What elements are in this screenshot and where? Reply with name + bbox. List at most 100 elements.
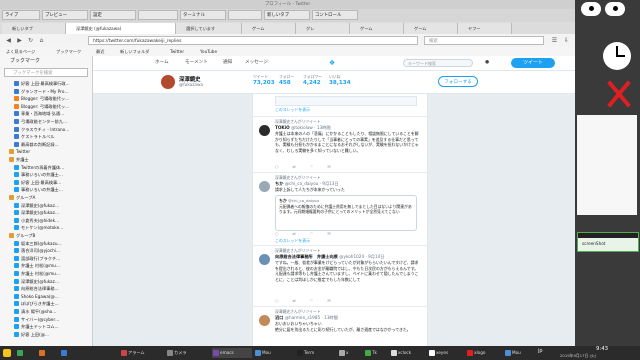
avatar[interactable] [161,75,175,89]
panel-task[interactable] [38,348,58,358]
tweet[interactable]: 深澤鏡史さんがリツイート ちか @chi_co_daiyou · 9月13日 請… [253,173,427,246]
browser-tab[interactable]: ゲーム [404,23,458,34]
url-bar[interactable]: https://twitter.com/fukazawakeiji_replie… [88,36,418,45]
panel-clock[interactable]: 9:43 [596,346,608,352]
sidebar-item[interactable]: Blogger: 弓場政能代ッ… [14,103,90,110]
nav-notifications[interactable]: 通知 [223,56,232,70]
browser-tab[interactable]: ゲーム [242,23,296,34]
sidebar-item[interactable]: 渡部政行(ブラクチ… [14,255,90,262]
panel-task[interactable]: Mou [254,348,294,358]
tweet[interactable]: このスレッドを表示 [253,94,427,117]
tweet[interactable]: 深澤鏡史さんがリツイート 向原総合法律事務所 弁護士向原 @ykoh1024 ·… [253,246,427,307]
panel-task[interactable]: カメラ [166,348,210,358]
avatar[interactable] [259,254,270,265]
browser-tab[interactable]: グレ [296,23,350,34]
taskbar-tab[interactable]: プレビュー [42,10,88,20]
sidebar-item[interactable]: 最高裁の判断記録… [14,141,90,148]
sidebar-item[interactable]: Shoko Egawa(@… [14,293,90,300]
browser-window-edge[interactable] [577,115,637,215]
browser-tab[interactable]: ゲーム [350,23,404,34]
taskbar-tab[interactable]: ターミナル [180,10,226,20]
browser-tab-active[interactable]: 深澤鏡史 (@fukazawa) [66,23,176,34]
sidebar-item[interactable]: グループA [9,194,90,201]
panel-task[interactable]: Mou [504,348,534,358]
sidebar-item[interactable]: 事務いろいの弁護士… [14,186,90,193]
sidebar-item[interactable]: 向原総合法律事務… [14,285,90,292]
sidebar-item[interactable]: 清水 陽平(@sho… [14,308,90,315]
panel-task[interactable]: x [338,348,362,358]
sidebar-item[interactable]: 事務いろいの弁護士… [14,171,90,178]
panel-task[interactable]: アラーム [120,348,164,358]
panel-task[interactable]: emacs [212,348,252,358]
stat-likes[interactable]: いいね 38,134 [329,74,353,86]
sidebar-item[interactable]: 深澤鏡史(@fukaz… [14,278,90,285]
sidebar-item[interactable]: 弁護士ドットコム… [14,323,90,330]
taskbar-tab[interactable]: ライブ [2,10,40,20]
sidebar-item[interactable]: 弁護士 [9,156,90,163]
stat-following[interactable]: フォロー 458 [279,74,303,86]
avatar[interactable] [259,315,270,326]
taskbar-tab[interactable]: 新しいタブ [264,10,310,20]
start-menu-icon[interactable] [3,349,11,357]
sidebar-item[interactable]: クラスウチィ - Intrano… [14,126,90,133]
taskbar-tab[interactable] [138,10,178,20]
screenshot-window[interactable]: screenShot [577,232,639,252]
browser-tab[interactable]: 選択しています [176,23,242,34]
stat-tweets[interactable]: ツイート 73,203 [253,74,277,86]
sidebar-item[interactable]: 深澤鏡史(@fukaz… [14,209,90,216]
panel-task[interactable]: xeyes [428,348,464,358]
sidebar-item[interactable]: 坂本三郎(@fukazu… [14,240,90,247]
browser-tab[interactable]: 新しいタブ [2,23,66,34]
sidebar-item[interactable]: Twitterの再着弁護体… [14,164,90,171]
sidebar-item[interactable]: サイバー(@cyber… [14,316,90,323]
input-language[interactable]: jp [538,348,543,354]
sidebar-item[interactable]: グループB [9,232,90,239]
taskbar-tab[interactable]: コントロール [312,10,358,20]
bookmark-link[interactable]: YouTube [200,47,217,56]
sidebar-item[interactable]: 深澤鏡史(@fukaz… [14,202,90,209]
twitter-bird-icon[interactable]: ❖ [329,56,335,70]
bookmark-link[interactable]: ブックマーク [56,47,81,56]
panel-task[interactable] [60,348,80,358]
panel-task[interactable] [16,348,36,358]
taskbar-tab[interactable]: 設定 [90,10,136,20]
panel-task[interactable]: Term [296,348,336,358]
avatar-small-icon[interactable]: ● [485,56,489,70]
tweet-actions[interactable]: ○⇄♡✉ [275,298,345,303]
tweet-actions[interactable]: ○⇄♡✉ [275,231,345,236]
panel-task[interactable]: xlogo [466,348,502,358]
quoted-tweet[interactable]: ちか @chi_co_daiyou 元配偶者への報復のために弁護士費用を無しでま… [275,195,417,231]
stat-followers[interactable]: フォロワー 4,242 [303,74,327,86]
browser-search-input[interactable]: 検索 [424,36,544,45]
home-icon[interactable]: ⌂ [37,36,46,45]
nav-home[interactable]: ホーム [155,56,169,70]
bookmark-link[interactable]: よく見るページ [6,47,35,56]
nav-messages[interactable]: メッセージ [245,56,268,70]
avatar[interactable] [259,125,270,136]
sidebar-item[interactable]: 弓場政能センター前九… [14,118,90,125]
twitter-search-input[interactable]: キーワード検索 [403,59,473,67]
sidebar-item[interactable]: 落合洋司(@yjochi… [14,247,90,254]
show-thread-link[interactable]: このスレッドを表示 [275,107,310,113]
sidebar-item[interactable]: 弁護士 村松(@mu… [14,262,90,269]
taskbar-tab[interactable] [228,10,262,20]
link-preview[interactable] [275,96,417,106]
panel-task[interactable]: xclock [390,348,426,358]
follow-button[interactable]: フォローする [438,76,478,87]
menu-icon[interactable]: ☰ [550,36,559,45]
back-icon[interactable]: ◀ [4,36,13,45]
bookmark-link[interactable]: 新しいフォルダ [120,47,149,56]
bookmark-link[interactable]: Twitter [170,47,184,56]
nav-moments[interactable]: モーメント [185,56,208,70]
panel-task[interactable]: Tk [364,348,388,358]
sidebar-item[interactable]: モトケン(@motoke… [14,224,90,231]
sidebar-item[interactable]: 好客 上田·最高検事… [14,179,90,186]
sidebar-item[interactable]: Twitter [9,148,90,155]
sidebar-item[interactable]: ぼぼびらき弁護士… [14,300,90,307]
sidebar-item[interactable]: 専業・西海地域·弘通… [14,110,90,117]
sidebar-item[interactable]: 弁護士 村松(@mu… [14,270,90,277]
forward-icon[interactable]: ▶ [15,36,24,45]
sidebar-search-input[interactable]: ブックマークを検索 [4,68,88,77]
sidebar-item[interactable]: 小倉秀夫(@hidek… [14,217,90,224]
bookmark-link[interactable]: 最近 [96,47,104,56]
